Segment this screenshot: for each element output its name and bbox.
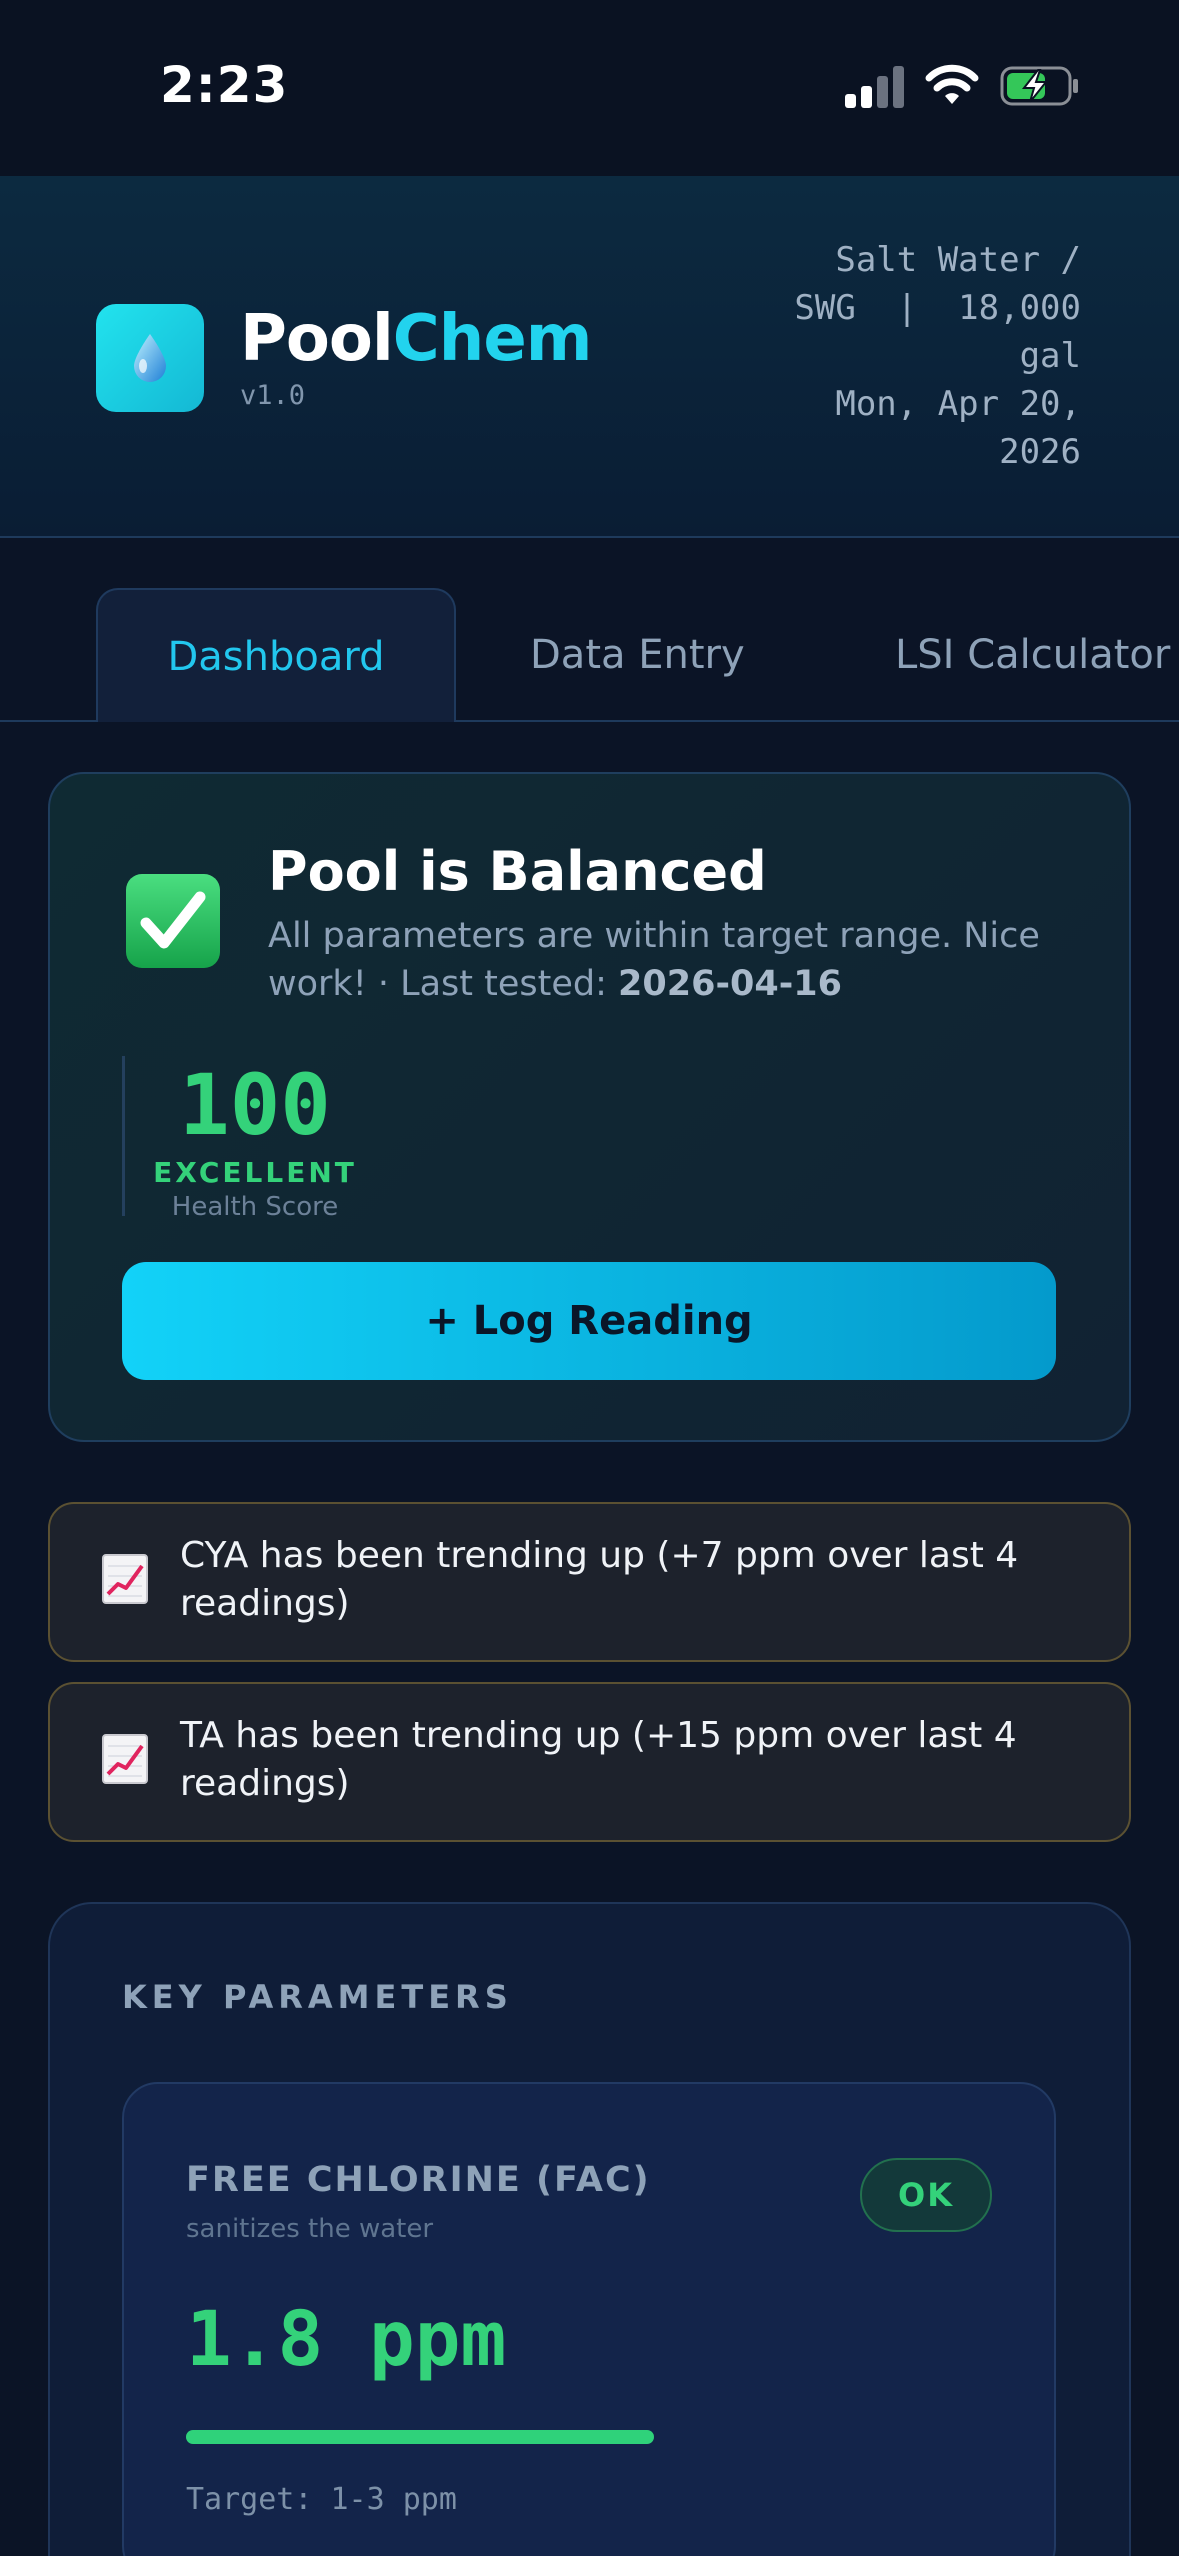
- parameter-card-free-chlorine[interactable]: FREE CHLORINE (FAC) sanitizes the water …: [122, 2082, 1056, 2556]
- cellular-signal-icon: [845, 64, 907, 108]
- current-date: Mon, Apr 20, 2026: [835, 384, 1081, 472]
- chart-increasing-icon: [102, 1734, 148, 1784]
- wifi-icon: [925, 64, 979, 104]
- parameter-level-bar: [186, 2430, 654, 2444]
- app-version: v1.0: [240, 380, 306, 411]
- app-title: PoolChem: [240, 302, 593, 376]
- health-score-value: 100: [179, 1056, 331, 1154]
- app-title-part2: Chem: [392, 302, 593, 376]
- status-badge: OK: [860, 2158, 992, 2232]
- trend-alert-text: TA has been trending up (+15 ppm over la…: [180, 1715, 1017, 1804]
- health-score-rating: EXCELLENT: [153, 1156, 357, 1189]
- check-mark-icon: [126, 874, 220, 968]
- chart-increasing-icon: [102, 1554, 148, 1604]
- app-logo: [96, 304, 204, 412]
- pool-type: Salt Water /: [835, 240, 1081, 280]
- app-header: PoolChem v1.0 Salt Water / SWG | 18,000 …: [0, 176, 1179, 538]
- key-parameters-heading: KEY PARAMETERS: [122, 1978, 513, 2016]
- tab-dashboard[interactable]: Dashboard: [96, 588, 456, 722]
- water-drop-icon: [134, 334, 166, 382]
- pool-info: SWG | 18,000 gal: [794, 288, 1102, 376]
- log-reading-button[interactable]: + Log Reading: [122, 1262, 1056, 1380]
- parameter-name: FREE CHLORINE (FAC): [186, 2160, 651, 2200]
- app-title-part1: Pool: [240, 302, 394, 376]
- parameter-description: sanitizes the water: [186, 2214, 434, 2244]
- parameter-value: 1.8 ppm: [186, 2294, 507, 2383]
- health-score: 100 EXCELLENT Health Score: [122, 1056, 382, 1222]
- trend-alert: TA has been trending up (+15 ppm over la…: [48, 1682, 1131, 1842]
- status-title: Pool is Balanced: [268, 840, 767, 903]
- status-subtitle: All parameters are within target range. …: [268, 912, 1068, 1008]
- health-score-caption: Health Score: [171, 1192, 339, 1222]
- pool-meta: Salt Water / SWG | 18,000 gal Mon, Apr 2…: [741, 236, 1081, 476]
- status-time: 2:23: [160, 56, 289, 114]
- status-bar: 2:23: [0, 0, 1179, 176]
- trend-alert: CYA has been trending up (+7 ppm over la…: [48, 1502, 1131, 1662]
- tab-lsi-calculator[interactable]: LSI Calculator: [895, 588, 1170, 722]
- tab-data-entry[interactable]: Data Entry: [530, 588, 745, 722]
- parameter-target: Target: 1-3 ppm: [186, 2482, 457, 2517]
- key-parameters-section: KEY PARAMETERS FREE CHLORINE (FAC) sanit…: [48, 1902, 1131, 2556]
- last-tested-date: 2026-04-16: [618, 964, 842, 1004]
- trend-alert-text: CYA has been trending up (+7 ppm over la…: [180, 1535, 1019, 1624]
- tab-bar: Dashboard Data Entry LSI Calculator: [0, 540, 1179, 722]
- pool-status-card: Pool is Balanced All parameters are with…: [48, 772, 1131, 1442]
- battery-charging-icon: [1000, 66, 1078, 106]
